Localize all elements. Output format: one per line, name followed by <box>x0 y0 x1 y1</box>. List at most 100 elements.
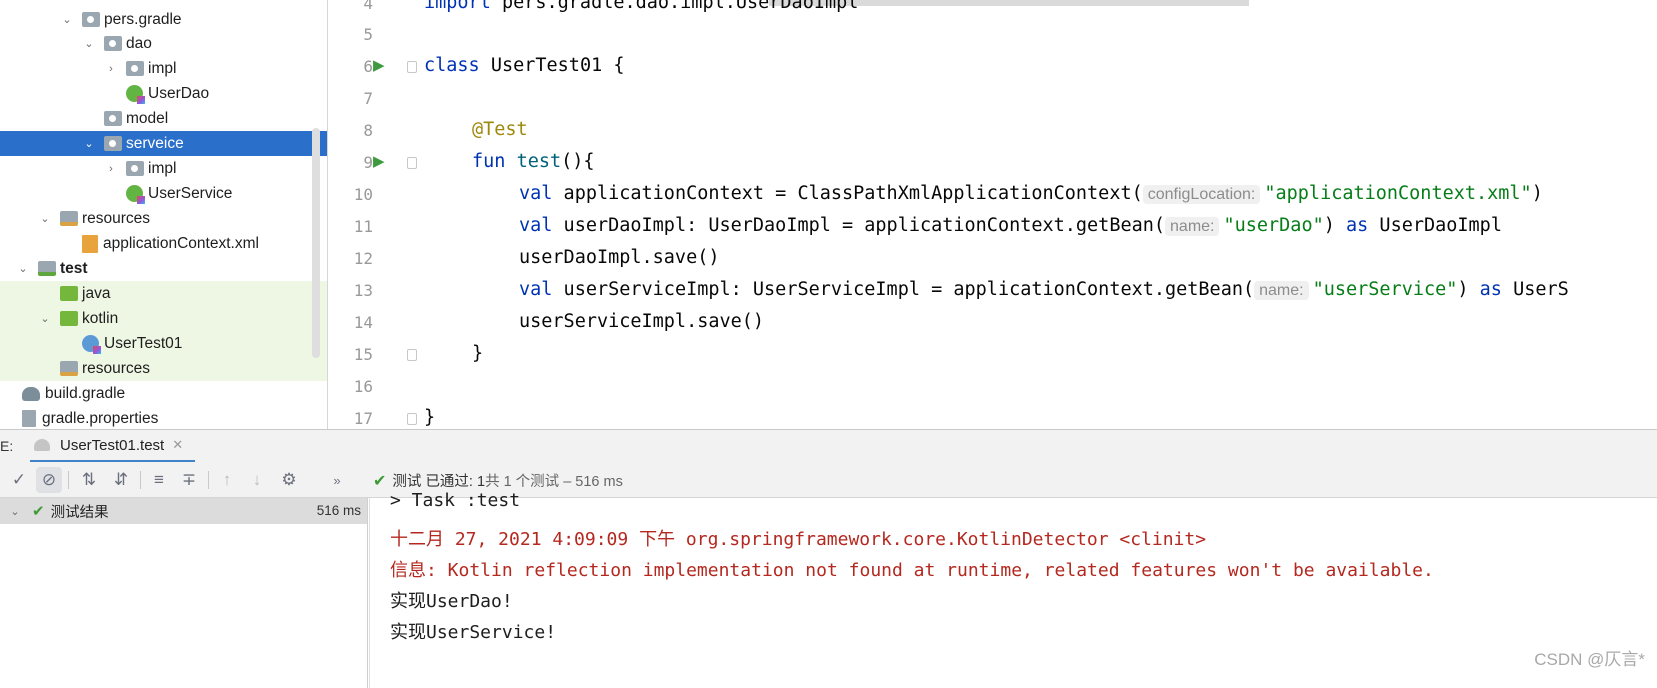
package-icon <box>126 61 144 76</box>
test-settings-icon[interactable]: ⚙ <box>276 467 302 493</box>
tree-item-label: kotlin <box>82 309 119 327</box>
package-icon <box>104 136 122 151</box>
show-passed-icon[interactable]: ✓ <box>6 467 32 493</box>
kotlin-interface-icon <box>126 185 145 204</box>
tree-item-applicationcontext-xml[interactable]: applicationContext.xml <box>0 231 327 256</box>
line-number: 4 <box>363 0 373 13</box>
properties-icon <box>22 410 36 427</box>
chevron-down-icon[interactable]: ⌄ <box>60 13 74 27</box>
tree-scrollbar[interactable] <box>312 128 320 358</box>
code-line-12: userDaoImpl.save() <box>519 247 720 268</box>
tree-item-label: gradle.properties <box>42 409 159 427</box>
tree-item-test[interactable]: ⌄ test <box>0 256 327 281</box>
tree-item-label: pers.gradle <box>104 10 182 28</box>
test-folder-icon <box>38 261 56 276</box>
line-number: 9 <box>363 153 373 172</box>
tree-item-dao[interactable]: ⌄ dao <box>0 31 327 56</box>
more-actions-icon[interactable]: » <box>324 467 350 493</box>
show-ignored-icon[interactable]: ⊘ <box>36 467 62 493</box>
gradle-icon <box>22 386 40 401</box>
line-number: 6 <box>363 57 373 76</box>
code-line-6: class UserTest01 { <box>424 55 625 76</box>
code-line-14: userServiceImpl.save() <box>519 311 765 332</box>
close-icon[interactable]: ✕ <box>172 437 183 453</box>
tree-item-kotlin[interactable]: ⌄ kotlin <box>0 306 327 331</box>
kotlin-interface-icon <box>126 85 145 104</box>
line-number: 12 <box>353 249 373 268</box>
tree-item-label: impl <box>148 159 177 177</box>
tree-item-label: UserService <box>148 184 233 202</box>
package-icon <box>82 12 100 27</box>
chevron-right-icon[interactable]: › <box>104 162 118 176</box>
tree-item-label: build.gradle <box>45 384 126 402</box>
project-tree: ⌄ pers.gradle ⌄ dao › impl UserDao model… <box>0 0 328 429</box>
tree-item-gradle-properties[interactable]: gradle.properties <box>0 406 327 429</box>
tree-item-pers-gradle[interactable]: ⌄ pers.gradle <box>0 7 327 32</box>
resources-folder-icon <box>60 361 78 376</box>
tree-item-label: UserDao <box>148 84 210 102</box>
code-line-17: } <box>424 407 436 428</box>
chevron-down-icon[interactable]: ⌄ <box>82 37 96 51</box>
tree-item-label: UserTest01 <box>104 334 183 352</box>
tree-item-label: impl <box>148 59 177 77</box>
tree-item-label: resources <box>82 359 151 377</box>
sort-by-duration-icon[interactable]: ⇵ <box>108 467 134 493</box>
console-output[interactable]: > Task :test 十二月 27, 2021 4:09:09 下午 org… <box>369 490 1657 688</box>
test-duration: 516 ms <box>316 503 361 518</box>
console-line: > Task :test <box>390 490 521 511</box>
tree-item-label: model <box>126 109 169 127</box>
chevron-down-icon[interactable]: ⌄ <box>16 262 30 276</box>
tree-item-java[interactable]: java <box>0 281 327 306</box>
run-class-icon[interactable]: ▶ <box>373 58 389 74</box>
run-tool-window-tabbar: E: UserTest01.test ✕ <box>0 429 1657 463</box>
chevron-down-icon[interactable]: ⌄ <box>38 312 52 326</box>
xml-file-icon <box>82 234 98 253</box>
sort-alphabetically-icon[interactable]: ⇅ <box>76 467 102 493</box>
tree-item-resources[interactable]: ⌄ resources <box>0 206 327 231</box>
previous-failed-icon[interactable]: ↑ <box>214 467 240 493</box>
code-line-15: } <box>472 343 484 364</box>
tree-item-label: serveice <box>126 134 184 152</box>
console-line: 信息: Kotlin reflection implementation not… <box>390 560 1434 581</box>
run-tab-usertest01[interactable]: UserTest01.test ✕ <box>30 430 196 463</box>
tree-item-label: applicationContext.xml <box>103 234 259 252</box>
chevron-right-icon[interactable]: › <box>104 62 118 76</box>
collapse-all-icon[interactable]: ∓ <box>176 467 202 493</box>
code-editor[interactable]: 4 5 6 7 8 9 10 11 12 13 14 15 16 17 ▶ ▶ … <box>329 0 1657 429</box>
tree-item-userdao[interactable]: UserDao <box>0 81 327 106</box>
tree-item-serveice[interactable]: ⌄ serveice <box>0 131 327 156</box>
code-line-10: val applicationContext = ClassPathXmlApp… <box>519 183 1543 204</box>
run-test-icon[interactable]: ▶ <box>373 154 389 170</box>
line-number: 14 <box>353 313 373 332</box>
line-number: 11 <box>353 217 373 236</box>
check-icon: ✔ <box>32 503 45 520</box>
fold-marker-icon[interactable] <box>407 413 417 425</box>
test-source-folder-icon <box>60 311 78 326</box>
chevron-down-icon[interactable]: ⌄ <box>8 504 22 518</box>
parameter-hint: configLocation: <box>1142 185 1261 204</box>
tree-item-test-resources[interactable]: resources <box>0 356 327 381</box>
test-runner-toolbar: ✓ ⊘ ⇅ ⇵ ≡ ∓ ↑ ↓ ⚙ » ✔ 测试 已通过: 1共 1 个测试 –… <box>0 462 1657 498</box>
tree-item-build-gradle[interactable]: build.gradle <box>0 381 327 406</box>
console-line: 十二月 27, 2021 4:09:09 下午 org.springframew… <box>390 529 1207 550</box>
tree-item-userservice[interactable]: UserService <box>0 181 327 206</box>
test-results-label: 测试结果 <box>50 504 109 521</box>
fold-marker-icon[interactable] <box>407 157 417 169</box>
gradle-icon <box>34 439 50 451</box>
package-icon <box>104 36 122 51</box>
tree-item-usertest01[interactable]: UserTest01 <box>0 331 327 356</box>
console-line: 实现UserDao! <box>390 591 513 612</box>
console-line: 实现UserService! <box>390 622 557 643</box>
chevron-down-icon[interactable]: ⌄ <box>82 137 96 151</box>
next-failed-icon[interactable]: ↓ <box>244 467 270 493</box>
tree-item-model[interactable]: model <box>0 106 327 131</box>
fold-marker-icon[interactable] <box>407 349 417 361</box>
chevron-down-icon[interactable]: ⌄ <box>38 212 52 226</box>
code-line-9: fun test(){ <box>472 151 595 172</box>
check-icon: ✔ <box>373 472 387 490</box>
expand-all-icon[interactable]: ≡ <box>146 467 172 493</box>
fold-marker-icon[interactable] <box>407 61 417 73</box>
tree-item-dao-impl[interactable]: › impl <box>0 56 327 81</box>
test-results-root[interactable]: ⌄ ✔ 测试结果 516 ms <box>0 498 367 524</box>
tree-item-service-impl[interactable]: › impl <box>0 156 327 181</box>
